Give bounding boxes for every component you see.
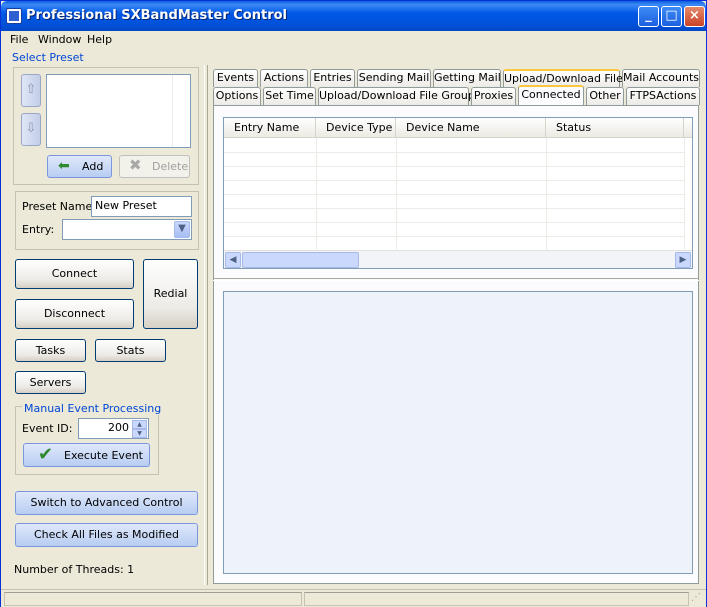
arrow-up-icon: ⇧: [25, 82, 37, 97]
maximize-button[interactable]: □: [661, 6, 682, 27]
checkmark-icon: ✔: [38, 444, 54, 465]
preset-name-label: Preset Name:: [22, 200, 96, 213]
connect-button[interactable]: Connect: [15, 259, 134, 289]
spin-down-icon[interactable]: ▼: [132, 429, 147, 438]
check-files-button[interactable]: Check All Files as Modified: [15, 523, 198, 547]
col-device-type[interactable]: Device Type: [316, 118, 396, 138]
status-bar: ⋰: [1, 589, 706, 607]
preset-list[interactable]: [46, 74, 191, 148]
add-button[interactable]: ⬅ Add: [47, 155, 112, 178]
menu-window[interactable]: Window: [38, 33, 81, 46]
entry-select[interactable]: ▼: [62, 219, 192, 240]
arrow-down-icon: ⇩: [25, 121, 37, 136]
tab-sending-mail[interactable]: Sending Mail: [357, 69, 431, 87]
tasks-button[interactable]: Tasks: [15, 339, 86, 362]
threads-count: Number of Threads: 1: [14, 563, 135, 576]
menu-bar: File Window Help: [1, 31, 706, 49]
col-device-name[interactable]: Device Name: [396, 118, 546, 138]
tab-options[interactable]: Options: [213, 87, 261, 105]
tab-set-time[interactable]: Set Time: [263, 87, 316, 105]
scroll-left-icon[interactable]: ◀: [225, 252, 241, 268]
select-preset-title: Select Preset: [12, 51, 84, 64]
menu-help[interactable]: Help: [87, 33, 112, 46]
log-area[interactable]: [223, 291, 693, 574]
tab-getting-mail[interactable]: Getting Mail: [433, 69, 501, 87]
chevron-down-icon[interactable]: ▼: [174, 221, 190, 238]
main-window: Professional SXBandMaster Control _ □ × …: [0, 0, 707, 607]
app-icon[interactable]: [6, 8, 22, 24]
tab-other[interactable]: Other: [586, 87, 624, 105]
entry-label: Entry:: [22, 223, 55, 236]
manual-event-title: Manual Event Processing: [22, 402, 164, 415]
tab-connected[interactable]: Connected: [518, 85, 584, 105]
move-down-button[interactable]: ⇩: [21, 113, 41, 146]
scroll-thumb[interactable]: [242, 252, 359, 268]
preset-name-input[interactable]: New Preset: [91, 196, 192, 217]
col-entry-name[interactable]: Entry Name: [224, 118, 316, 138]
switch-advanced-button[interactable]: Switch to Advanced Control: [15, 491, 198, 515]
spin-up-icon[interactable]: ▲: [132, 420, 147, 429]
window-title: Professional SXBandMaster Control: [26, 8, 287, 23]
move-up-button[interactable]: ⇧: [21, 74, 41, 107]
close-button[interactable]: ×: [684, 6, 705, 27]
event-id-spinner[interactable]: 200 ▲ ▼: [78, 418, 149, 439]
tab-mail-accounts[interactable]: Mail Accounts: [622, 69, 700, 87]
menu-file[interactable]: File: [10, 33, 28, 46]
grid-horizontal-scrollbar[interactable]: ◀ ▶: [224, 250, 692, 268]
tab-actions[interactable]: Actions: [260, 69, 308, 87]
delete-button[interactable]: ✖ Delete: [119, 155, 190, 178]
execute-event-button[interactable]: ✔ Execute Event: [23, 443, 150, 467]
connected-grid[interactable]: Entry Name Device Type Device Name Statu…: [223, 117, 693, 269]
tab-upload-download-file-group[interactable]: Upload/Download File Group: [318, 87, 475, 105]
title-bar[interactable]: Professional SXBandMaster Control _ □ ×: [1, 1, 706, 31]
col-status[interactable]: Status: [546, 118, 684, 138]
minimize-button[interactable]: _: [638, 6, 659, 27]
servers-button[interactable]: Servers: [15, 371, 86, 394]
content-splitter[interactable]: [213, 278, 699, 281]
event-id-label: Event ID:: [22, 422, 73, 435]
splitter[interactable]: [204, 65, 208, 585]
scroll-right-icon[interactable]: ▶: [675, 252, 691, 268]
resize-grip-icon[interactable]: ⋰: [691, 593, 703, 605]
disconnect-button[interactable]: Disconnect: [15, 299, 134, 329]
redial-button[interactable]: Redial: [143, 259, 198, 329]
arrow-left-icon: ⬅: [58, 158, 70, 174]
stats-button[interactable]: Stats: [95, 339, 166, 362]
tab-events[interactable]: Events: [213, 69, 258, 87]
tab-proxies[interactable]: Proxies: [471, 87, 516, 105]
delete-icon: ✖: [129, 156, 142, 174]
tab-entries[interactable]: Entries: [310, 69, 355, 87]
tab-ftpsactions[interactable]: FTPSActions: [626, 87, 700, 105]
